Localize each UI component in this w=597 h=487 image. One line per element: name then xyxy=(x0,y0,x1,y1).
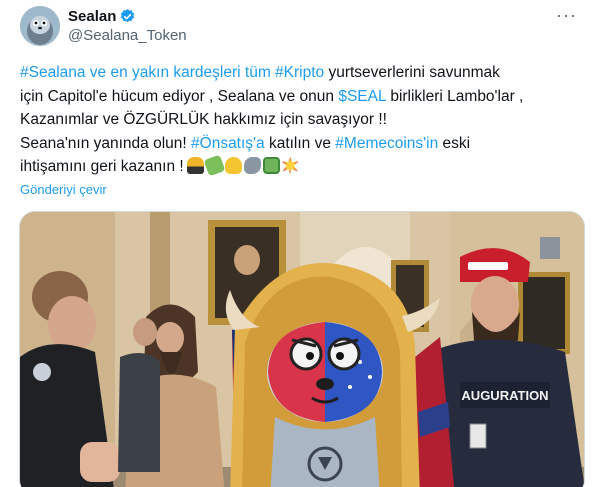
text-span: için Capitol'e hücum ediyor , Sealana ve… xyxy=(20,87,339,105)
display-name[interactable]: Sealan xyxy=(68,7,116,26)
verified-badge-icon xyxy=(119,8,136,25)
more-icon[interactable]: ··· xyxy=(556,6,577,24)
shirt-text: AUGURATION xyxy=(461,388,548,403)
text-span: Seana'nın yanında olun! xyxy=(20,134,192,152)
seal-emoji xyxy=(243,157,261,174)
handle[interactable]: @Sealana_Token xyxy=(68,26,187,45)
hashtag-link[interactable]: #Memecoins'in xyxy=(335,135,438,152)
car-emoji xyxy=(186,157,204,174)
collision-emoji xyxy=(281,157,299,174)
dollar-bill-emoji xyxy=(262,157,280,174)
text-span: ihtişamını geri kazanın ! xyxy=(20,158,184,175)
tweet-text: #Sealana ve en yakın kardeşleri tüm #Kri… xyxy=(20,61,590,179)
translate-link[interactable]: Gönderiyi çevir xyxy=(20,182,107,197)
money-wings-emoji xyxy=(203,154,226,177)
tweet-header: Sealan @Sealana_Token ··· xyxy=(20,6,585,46)
capitol-meme-image[interactable]: AUGURATION xyxy=(19,211,585,487)
flexed-biceps-emoji xyxy=(224,157,242,174)
text-span: birlikleri Lambo'lar , xyxy=(386,87,524,105)
emoji-row xyxy=(186,154,299,177)
text-span: yurtseverlerini savunmak xyxy=(324,64,500,81)
seal-avatar-icon[interactable] xyxy=(20,6,60,46)
cashtag-link[interactable]: $SEAL xyxy=(338,88,386,105)
hashtag-link[interactable]: #Sealana ve en yakın kardeşleri tüm #Kri… xyxy=(20,64,324,81)
text-span: eski xyxy=(438,134,471,152)
author-names: Sealan @Sealana_Token xyxy=(68,7,187,45)
text-span: katılın ve xyxy=(264,134,336,152)
text-span: Kazanımlar ve ÖZGÜRLÜK hakkımız için sav… xyxy=(20,111,387,128)
tweet-card: Sealan @Sealana_Token ··· #Sealana ve en… xyxy=(0,0,597,487)
hashtag-link[interactable]: #Önsatış'a xyxy=(191,135,265,152)
